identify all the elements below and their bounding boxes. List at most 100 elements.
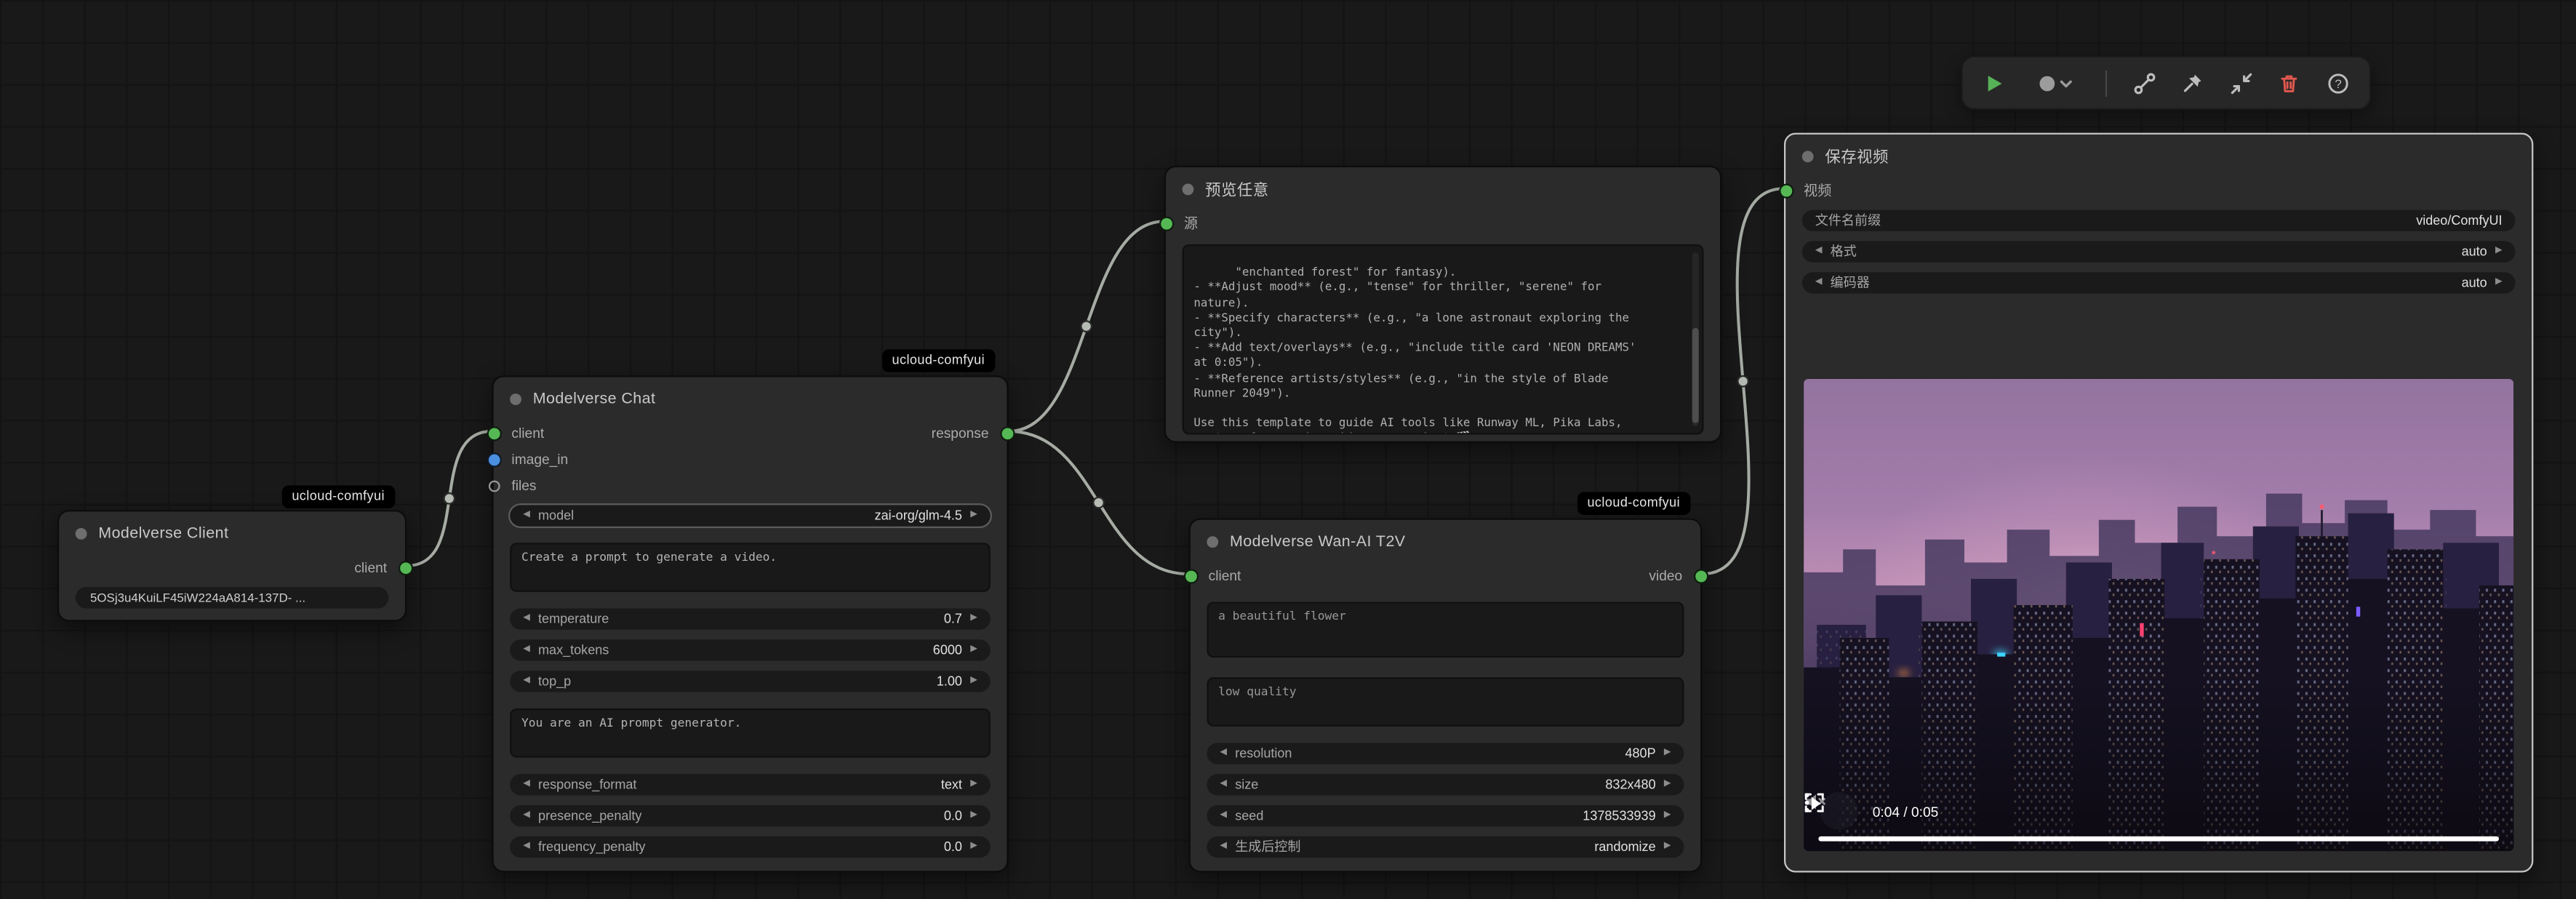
collapse-button[interactable] [2230,65,2253,101]
widget-value: auto [2462,276,2487,290]
next-arrow-icon[interactable]: ▶ [970,780,977,789]
run-options-button[interactable] [2031,65,2080,101]
node-modelverse-client[interactable]: Modelverse Client client 5OSj3u4KuiLF45i… [57,510,407,621]
node-modelverse-wan-ai-t2v[interactable]: Modelverse Wan-AI T2V client video a bea… [1189,518,1703,872]
next-arrow-icon[interactable]: ▶ [2495,247,2503,256]
link-midpoint-dot[interactable] [1737,376,1748,386]
collapse-dot[interactable] [1207,535,1218,547]
video-progress-fill [1818,836,2499,842]
next-arrow-icon[interactable]: ▶ [2495,279,2503,287]
decrement-arrow-icon[interactable]: ◀ [523,811,530,820]
node-save-video[interactable]: 保存视频 视频 文件名前缀 video/ComfyUI ◀ 格式 auto ▶ … [1784,133,2533,873]
collapse-dot[interactable] [1183,183,1194,194]
node-modelverse-chat[interactable]: Modelverse Chat client response image_in… [492,375,1008,872]
prev-arrow-icon[interactable]: ◀ [1220,749,1227,758]
next-arrow-icon[interactable]: ▶ [1664,780,1671,789]
decrement-arrow-icon[interactable]: ◀ [523,677,530,686]
increment-arrow-icon[interactable]: ▶ [1664,811,1671,820]
output-slot-video[interactable] [1695,570,1706,581]
temperature-widget[interactable]: ◀ temperature 0.7 ▶ [510,608,991,629]
increment-arrow-icon[interactable]: ▶ [970,842,977,851]
input-label-video: 视频 [1804,180,1831,200]
max-tokens-widget[interactable]: ◀ max_tokens 6000 ▶ [510,639,991,660]
node-header[interactable]: Modelverse Chat [494,377,1007,420]
toggle-links-button[interactable] [2133,65,2156,101]
video-time: 0:04 / 0:05 [1873,803,1939,820]
link-midpoint-dot[interactable] [1081,321,1091,331]
increment-arrow-icon[interactable]: ▶ [970,811,977,820]
prev-arrow-icon[interactable]: ◀ [523,780,530,789]
increment-arrow-icon[interactable]: ▶ [970,615,977,623]
kebab-menu-icon[interactable] [1804,792,1810,813]
next-arrow-icon[interactable]: ▶ [1664,749,1671,758]
increment-arrow-icon[interactable]: ▶ [970,646,977,655]
video-player[interactable]: 0:04 / 0:05 [1804,379,2513,851]
node-header[interactable]: 保存视频 [1785,135,2532,177]
widget-name: response_format [538,778,636,792]
output-slot-response[interactable] [1001,427,1012,439]
resolution-widget[interactable]: ◀ resolution 480P ▶ [1207,743,1684,764]
format-widget[interactable]: ◀ 格式 auto ▶ [1802,241,2516,262]
prompt-textarea[interactable]: Create a prompt to generate a video. [510,543,991,592]
play-icon [1983,71,2006,95]
link-midpoint-dot[interactable] [1093,498,1103,508]
response-format-widget[interactable]: ◀ response_format text ▶ [510,774,991,795]
decrement-arrow-icon[interactable]: ◀ [523,646,530,655]
increment-arrow-icon[interactable]: ▶ [970,677,977,686]
negative-prompt-textarea[interactable]: low quality [1207,677,1684,727]
video-progress-bar[interactable] [1818,836,2499,842]
prev-arrow-icon[interactable]: ◀ [1815,279,1823,287]
preview-text[interactable]: "enchanted forest" for fantasy). - **Adj… [1183,244,1704,435]
widget-name: 生成后控制 [1235,838,1300,856]
decrement-arrow-icon[interactable]: ◀ [523,842,530,851]
widget-value: 1.00 [937,674,962,689]
output-slot-client[interactable] [399,562,411,573]
prev-arrow-icon[interactable]: ◀ [1220,842,1227,851]
size-widget[interactable]: ◀ size 832x480 ▶ [1207,774,1684,795]
codec-widget[interactable]: ◀ 编码器 auto ▶ [1802,272,2516,293]
api-token-widget[interactable]: 5OSj3u4KuiLF45iW224aA814-137D- ... [76,587,389,608]
widget-name: 格式 [1831,243,1857,261]
help-button[interactable]: ? [2327,65,2350,101]
run-button[interactable] [1983,65,2006,101]
widget-value: auto [2462,244,2487,259]
node-title: Modelverse Chat [533,389,656,407]
collapse-icon [2230,71,2253,95]
control-after-generate-widget[interactable]: ◀ 生成后控制 randomize ▶ [1207,836,1684,858]
input-label-client: client [511,425,544,441]
decrement-arrow-icon[interactable]: ◀ [1220,811,1227,820]
scrollbar-thumb[interactable] [1692,327,1699,423]
collapse-dot[interactable] [1802,150,1814,161]
input-label-files: files [511,477,536,494]
pin-button[interactable] [2181,65,2204,101]
filename-prefix-widget[interactable]: 文件名前缀 video/ComfyUI [1802,210,2516,231]
node-header[interactable]: 预览任意 [1166,167,1720,210]
next-arrow-icon[interactable]: ▶ [970,511,977,520]
frequency-penalty-widget[interactable]: ◀ frequency_penalty 0.0 ▶ [510,836,991,858]
collapse-dot[interactable] [76,527,87,539]
node-header[interactable]: Modelverse Wan-AI T2V [1191,520,1700,563]
presence-penalty-widget[interactable]: ◀ presence_penalty 0.0 ▶ [510,805,991,826]
model-widget[interactable]: ◀ model zai-org/glm-4.5 ▶ [510,505,991,526]
prev-arrow-icon[interactable]: ◀ [523,511,530,520]
chevron-down-icon [2060,81,2070,85]
seed-widget[interactable]: ◀ seed 1378533939 ▶ [1207,805,1684,826]
node-title: Modelverse Client [98,524,228,542]
decrement-arrow-icon[interactable]: ◀ [523,615,530,623]
node-preview-any[interactable]: 预览任意 源 "enchanted forest" for fantasy). … [1164,166,1722,443]
video-controls: 0:04 / 0:05 [1804,792,2513,830]
prev-arrow-icon[interactable]: ◀ [1220,780,1227,789]
prev-arrow-icon[interactable]: ◀ [1815,247,1823,256]
widget-value: 0.7 [944,612,962,626]
system-prompt-textarea[interactable]: You are an AI prompt generator. [510,708,991,758]
collapse-dot[interactable] [510,393,521,404]
link-midpoint-dot[interactable] [444,493,455,503]
top-p-widget[interactable]: ◀ top_p 1.00 ▶ [510,671,991,692]
slot-row: image_in [494,446,1007,472]
scrollbar[interactable] [1692,252,1699,426]
node-header[interactable]: Modelverse Client [59,511,405,554]
delete-button[interactable] [2278,65,2301,101]
next-arrow-icon[interactable]: ▶ [1664,842,1671,851]
node-graph-canvas[interactable]: ucloud-comfyui ucloud-comfyui ucloud-com… [0,0,2576,899]
positive-prompt-textarea[interactable]: a beautiful flower [1207,602,1684,658]
